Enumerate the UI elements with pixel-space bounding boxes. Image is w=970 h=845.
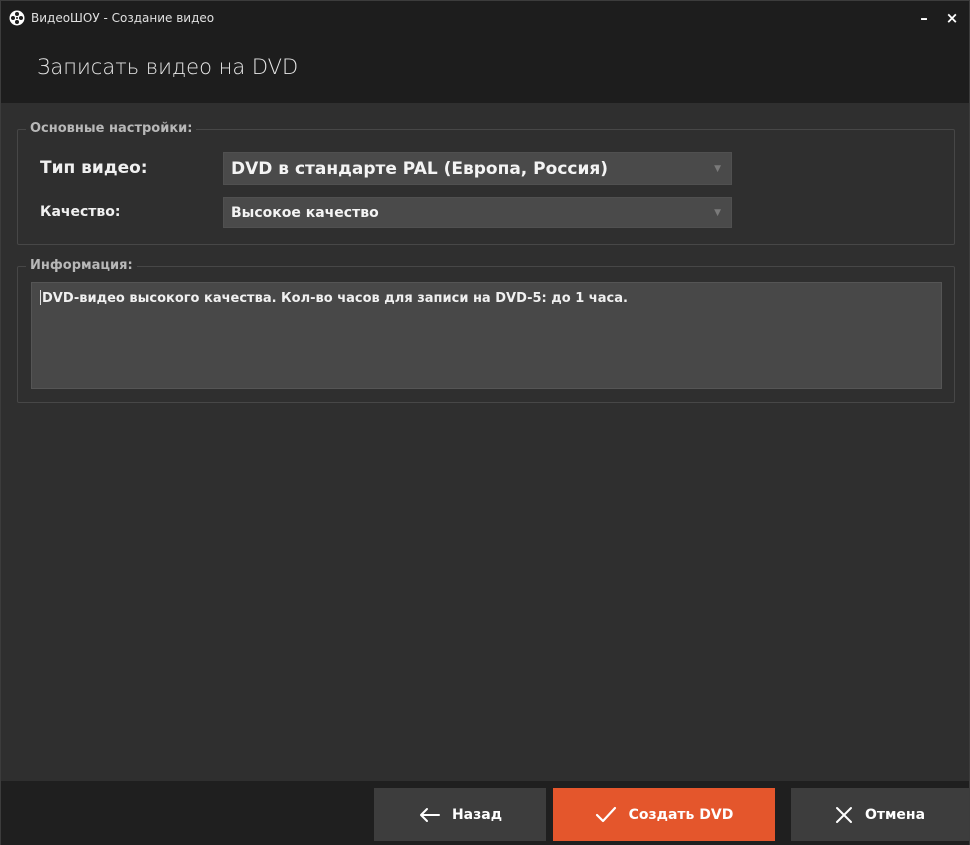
- create-dvd-button-label: Создать DVD: [628, 806, 734, 823]
- quality-value: Высокое качество: [231, 204, 379, 221]
- information-group: Информация: DVD-видео высокого качества.…: [17, 258, 955, 403]
- create-dvd-button[interactable]: Создать DVD: [553, 788, 775, 841]
- video-type-value: DVD в стандарте PAL (Европа, Россия): [231, 158, 609, 179]
- page-title: Записать видео на DVD: [37, 55, 299, 79]
- back-button[interactable]: Назад: [374, 788, 546, 841]
- title-bar[interactable]: ВидеоШОУ - Создание видео – ×: [1, 1, 969, 35]
- basic-settings-legend: Основные настройки:: [26, 121, 197, 136]
- text-caret: [40, 290, 41, 305]
- triangle-down-icon: ▼: [714, 207, 721, 218]
- triangle-down-icon: ▼: [714, 163, 721, 174]
- close-icon: [835, 806, 853, 824]
- dialog-footer: Назад Создать DVD Отмена: [1, 781, 969, 845]
- video-type-label: Тип видео:: [40, 158, 148, 178]
- cancel-button[interactable]: Отмена: [791, 788, 969, 841]
- minimize-button[interactable]: –: [913, 7, 935, 29]
- back-button-label: Назад: [451, 806, 503, 823]
- information-text: DVD-видео высокого качества. Кол-во часо…: [42, 291, 628, 306]
- quality-label: Качество:: [40, 204, 121, 220]
- film-reel-icon: [9, 10, 25, 26]
- information-textarea[interactable]: DVD-видео высокого качества. Кол-во часо…: [31, 282, 942, 389]
- window-title: ВидеоШОУ - Создание видео: [31, 11, 215, 25]
- checkmark-icon: [595, 806, 617, 824]
- arrow-left-icon: [418, 807, 440, 823]
- basic-settings-group: Основные настройки: Тип видео: DVD в ста…: [17, 121, 955, 245]
- dialog-header: Записать видео на DVD: [1, 35, 969, 103]
- quality-select[interactable]: Высокое качество ▼: [223, 197, 732, 228]
- video-type-select[interactable]: DVD в стандарте PAL (Европа, Россия) ▼: [223, 152, 732, 185]
- window-controls: – ×: [913, 7, 963, 29]
- dialog-window: ВидеоШОУ - Создание видео – × Записать в…: [0, 0, 970, 845]
- close-window-button[interactable]: ×: [941, 7, 963, 29]
- cancel-button-label: Отмена: [864, 806, 926, 823]
- information-legend: Информация:: [26, 258, 137, 273]
